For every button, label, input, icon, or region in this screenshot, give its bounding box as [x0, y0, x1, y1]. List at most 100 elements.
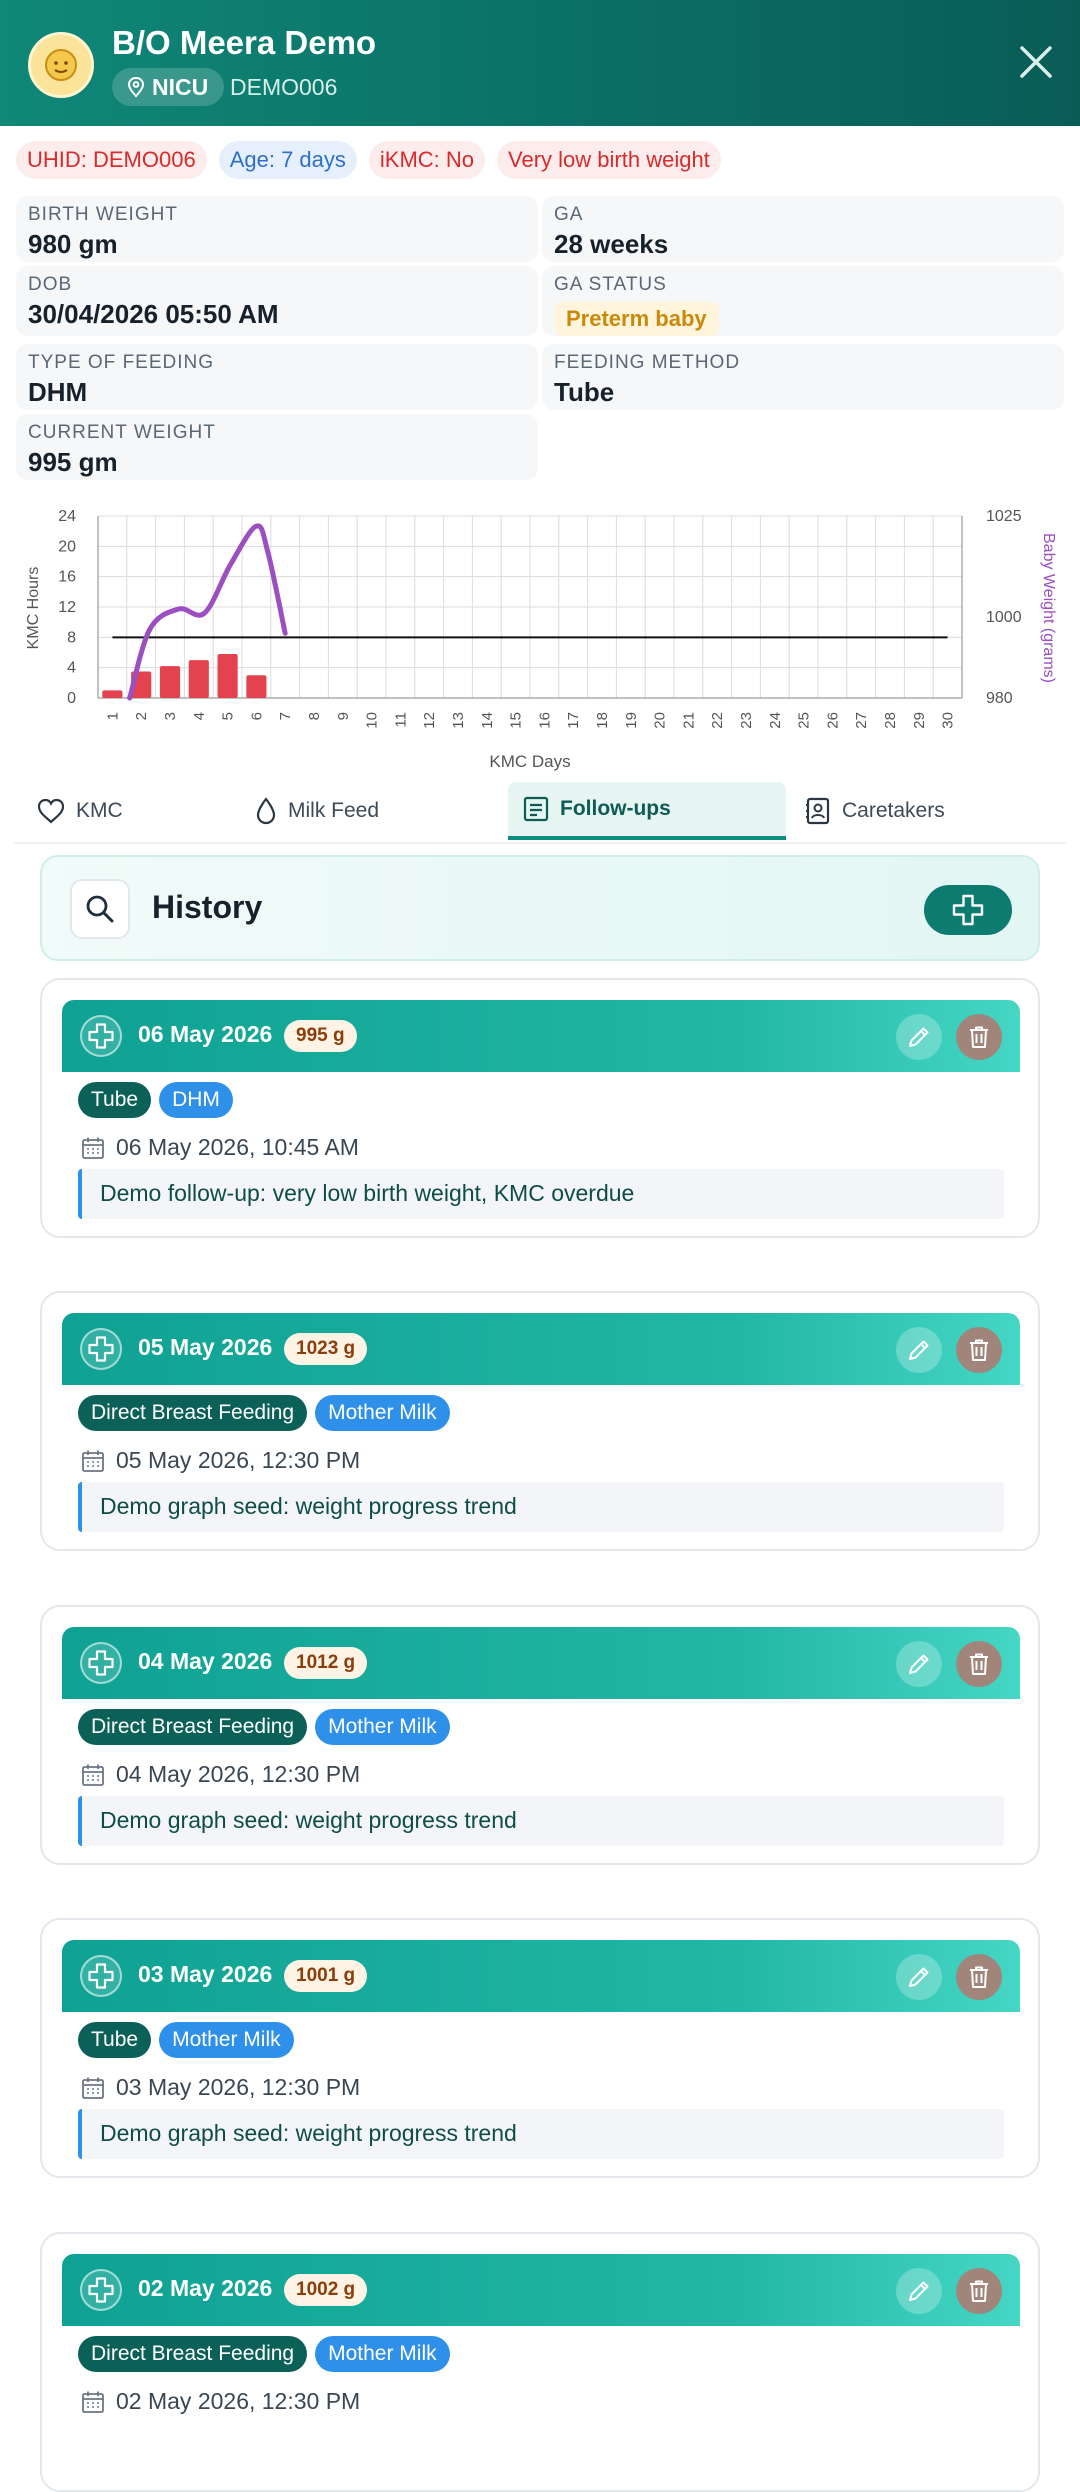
follow-up-note: Demo follow-up: very low birth weight, K… — [78, 1169, 1004, 1219]
x-tick-label: 26 — [824, 712, 841, 729]
feeding-method-chip: Direct Breast Feeding — [78, 1709, 308, 1745]
feeding-method-chip: Direct Breast Feeding — [78, 2336, 308, 2372]
delete-button[interactable] — [956, 1327, 1002, 1373]
x-tick-label: 13 — [450, 712, 467, 729]
kmc-chart: 04812162024980100010251 2 3 4 5 6 7 8 9 10 11 12 13 1… — [25, 508, 1057, 771]
x-tick-label: 27 — [853, 712, 870, 729]
tab-caretakers-label: Caretakers — [842, 799, 945, 822]
add-follow-up-button[interactable] — [924, 885, 1012, 935]
tab-follow-ups[interactable]: Follow-ups — [508, 782, 786, 840]
follow-up-card-header: 05 May 2026 1023 g — [62, 1313, 1020, 1385]
app-header: B/O Meera Demo NICU DEMO006 — [0, 0, 1080, 126]
ikmc-tag: iKMC: No — [368, 141, 486, 179]
x-tick-label: 1 — [104, 712, 121, 720]
x-tick-label: 12 — [421, 712, 438, 729]
feeding-method-value: Tube — [554, 377, 615, 407]
x-tick-label: 2 — [133, 712, 150, 720]
tab-milk-feed-label: Milk Feed — [288, 799, 380, 822]
follow-up-datetime-row: 06 May 2026, 10:45 AM — [80, 1134, 359, 1161]
ga-status-badge: Preterm baby — [554, 302, 719, 336]
birth-weight-card: BIRTH WEIGHT 980 gm — [16, 196, 538, 262]
x-tick-label: 24 — [767, 712, 784, 729]
kmc-hours-bar — [246, 675, 267, 698]
feeding-chips: Tube Mother Milk — [78, 2022, 294, 2058]
follow-up-card: 04 May 2026 1012 g Direct Breast Feeding… — [40, 1605, 1040, 1865]
close-button[interactable] — [1016, 42, 1056, 82]
x-tick-label: 15 — [508, 712, 525, 729]
feeding-chips: Direct Breast Feeding Mother Milk — [78, 1395, 450, 1431]
feeding-type-value: DHM — [28, 377, 88, 407]
birth-weight-label: BIRTH WEIGHT — [28, 204, 178, 225]
milk-type-chip: Mother Milk — [315, 2336, 450, 2372]
current-weight-value: 995 gm — [28, 447, 118, 477]
contact-icon — [806, 797, 830, 825]
follow-up-datetime: 05 May 2026, 12:30 PM — [116, 1447, 361, 1473]
tab-caretakers[interactable]: Caretakers — [804, 782, 1004, 840]
birth-weight-value: 980 gm — [28, 229, 118, 259]
follow-up-card-header: 02 May 2026 1002 g — [62, 2254, 1020, 2326]
calendar-icon — [82, 2391, 104, 2413]
trash-icon — [970, 1026, 988, 1048]
delete-button[interactable] — [956, 2268, 1002, 2314]
trash-icon — [970, 2280, 988, 2302]
trash-icon — [970, 1966, 988, 1988]
kmc-hours-bar — [188, 660, 209, 698]
edit-button[interactable] — [896, 1014, 942, 1060]
weight-badge: 1012 g — [284, 1647, 368, 1679]
follow-up-note: Demo graph seed: weight progress trend — [78, 2109, 1004, 2159]
x-tick-label: 30 — [940, 712, 957, 729]
delete-button[interactable] — [956, 1641, 1002, 1687]
y-tick-label: 12 — [58, 599, 76, 616]
y-tick-label: 24 — [58, 508, 76, 525]
follow-up-card-header: 04 May 2026 1012 g — [62, 1627, 1020, 1699]
edit-button[interactable] — [896, 1954, 942, 2000]
x-tick-label: 3 — [162, 712, 179, 720]
medical-cross-icon — [80, 1328, 122, 1370]
follow-up-date: 02 May 2026 — [138, 2275, 273, 2301]
x-tick-label: 20 — [652, 712, 669, 729]
tab-milk-feed[interactable]: Milk Feed — [254, 782, 474, 840]
milk-type-chip: Mother Milk — [315, 1395, 450, 1431]
weight-badge: 995 g — [284, 1020, 357, 1052]
delete-button[interactable] — [956, 1954, 1002, 2000]
x-tick-label: 7 — [277, 712, 294, 720]
y2-tick-label: 980 — [986, 690, 1013, 707]
delete-button[interactable] — [956, 1014, 1002, 1060]
edit-button[interactable] — [896, 2268, 942, 2314]
y-tick-label: 16 — [58, 569, 76, 586]
pencil-icon — [909, 1027, 929, 1047]
patient-code: DEMO006 — [230, 74, 338, 100]
milk-type-chip: Mother Milk — [315, 1709, 450, 1745]
follow-up-date: 04 May 2026 — [138, 1648, 273, 1674]
edit-button[interactable] — [896, 1327, 942, 1373]
ga-value: 28 weeks — [554, 229, 669, 259]
x-tick-label: 18 — [594, 712, 611, 729]
follow-up-datetime: 06 May 2026, 10:45 AM — [116, 1134, 359, 1160]
y-tick-label: 8 — [67, 629, 76, 646]
search-button[interactable] — [70, 879, 130, 939]
x-tick-label: 25 — [796, 712, 813, 729]
y-axis-title: KMC Hours — [25, 567, 42, 650]
calendar-icon — [82, 2077, 104, 2099]
tab-kmc[interactable]: KMC — [36, 782, 196, 840]
feeding-type-card: TYPE OF FEEDING DHM — [16, 344, 538, 410]
age-tag: Age: 7 days — [218, 141, 357, 179]
follow-up-datetime-row: 02 May 2026, 12:30 PM — [80, 2388, 360, 2415]
close-icon — [1020, 46, 1052, 78]
y-tick-label: 0 — [67, 690, 76, 707]
x-tick-label: 23 — [738, 712, 755, 729]
feeding-method-card: FEEDING METHOD Tube — [542, 344, 1064, 410]
tab-kmc-label: KMC — [76, 799, 123, 822]
pencil-icon — [909, 1967, 929, 1987]
feeding-method-chip: Tube — [78, 2022, 152, 2058]
kmc-hours-bar — [102, 690, 123, 698]
location-pin-icon — [127, 76, 145, 98]
x-tick-label: 8 — [306, 712, 323, 720]
edit-button[interactable] — [896, 1641, 942, 1687]
current-weight-label: CURRENT WEIGHT — [28, 422, 216, 443]
ga-card: GA 28 weeks — [542, 196, 1064, 262]
weight-badge: 1001 g — [284, 1960, 368, 1992]
x-tick-label: 6 — [248, 712, 265, 720]
ga-status-card: GA STATUS Preterm baby — [542, 266, 1064, 336]
milk-type-chip: Mother Milk — [159, 2022, 294, 2058]
